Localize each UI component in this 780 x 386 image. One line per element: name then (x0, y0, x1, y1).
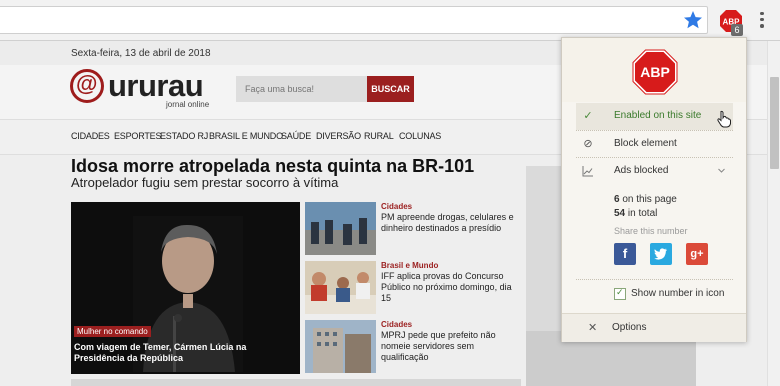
ads-blocked-label: Ads blocked (614, 165, 669, 176)
abp-logo-text: ABP (640, 64, 670, 80)
logo-wordmark: ururau (108, 68, 204, 103)
story-thumbnail-1[interactable] (305, 202, 376, 255)
abp-logo-icon: ABP (632, 49, 678, 95)
checkmark-icon: ✓ (583, 110, 593, 122)
blocked-stats: 6 on this page 54 in total (614, 193, 677, 221)
google-plus-icon: g+ (690, 248, 704, 260)
show-number-checkbox[interactable] (614, 287, 626, 300)
popup-header: ABP (562, 38, 746, 102)
nav-item-estado-rj[interactable]: ESTADO RJ (160, 131, 208, 141)
site-search-input[interactable] (236, 76, 367, 102)
page-count-label: on this page (619, 194, 677, 205)
blocked-count-badge: 6 (731, 24, 743, 36)
story-item-1[interactable]: Cidades PM apreende drogas, celulares e … (381, 202, 521, 234)
hero-caption[interactable]: Com viagem de Temer, Cármen Lúcia na Pre… (74, 342, 296, 364)
share-label: Share this number (614, 226, 688, 236)
story-thumbnail-2[interactable] (305, 261, 376, 314)
nav-item-esportes[interactable]: ESPORTES (114, 131, 161, 141)
logo-tagline: jornal online (166, 100, 210, 109)
tools-icon: ✕ (588, 322, 598, 334)
search-button[interactable]: BUSCAR (367, 76, 414, 102)
story-thumbnail-3[interactable] (305, 320, 376, 373)
hero-story[interactable]: Mulher no comando Com viagem de Temer, C… (71, 202, 300, 374)
options-label: Options (612, 322, 647, 333)
browser-menu-icon[interactable] (758, 10, 766, 30)
story-category[interactable]: Cidades (381, 320, 521, 329)
nav-item-saude[interactable]: SAÚDE (281, 131, 311, 141)
total-stat: 54 in total (614, 207, 677, 221)
story-item-2[interactable]: Brasil e Mundo IFF aplica provas do Conc… (381, 261, 521, 304)
story-category[interactable]: Cidades (381, 202, 521, 211)
twitter-share-button[interactable] (650, 243, 672, 265)
adblock-plus-popup: ABP ✓ Enabled on this site ⊘ Block eleme… (561, 37, 747, 342)
google-plus-share-button[interactable]: g+ (686, 243, 708, 265)
story-category[interactable]: Brasil e Mundo (381, 261, 521, 270)
story-title[interactable]: IFF aplica provas do Concurso Público no… (381, 271, 521, 304)
browser-toolbar: ABP 6 (0, 0, 780, 41)
site-logo[interactable]: @ ururau jornal online (70, 67, 220, 111)
facebook-icon: f (622, 246, 628, 261)
story-title[interactable]: MPRJ pede que prefeito não nomeie servid… (381, 330, 521, 363)
stats-chart-icon (582, 166, 593, 177)
nav-item-rural[interactable]: RURAL (364, 131, 394, 141)
block-element-button[interactable]: ⊘ Block element (576, 130, 733, 157)
content-divider (71, 379, 521, 386)
show-number-label: Show number in icon (631, 288, 725, 299)
nav-item-cidades[interactable]: CIDADES (71, 131, 110, 141)
enabled-label: Enabled on this site (614, 110, 702, 121)
bookmark-star-icon[interactable] (683, 10, 703, 30)
scrollbar-thumb[interactable] (770, 77, 779, 169)
nav-item-brasil-e-mundo[interactable]: BRASIL E MUNDO (209, 131, 283, 141)
show-number-in-icon-option[interactable]: Show number in icon (576, 279, 733, 310)
chevron-down-icon[interactable] (718, 167, 725, 174)
page-scrollbar[interactable] (767, 41, 780, 386)
logo-at-sign: @ (76, 71, 98, 96)
hand-cursor-icon (717, 110, 731, 128)
block-circle-icon: ⊘ (583, 138, 593, 150)
block-element-label: Block element (614, 138, 677, 149)
current-date: Sexta-feira, 13 de abril de 2018 (71, 48, 211, 59)
facebook-share-button[interactable]: f (614, 243, 636, 265)
total-count: 54 (614, 208, 626, 219)
nav-item-diversao[interactable]: DIVERSÃO (316, 131, 361, 141)
total-count-label: in total (625, 208, 658, 219)
main-headline[interactable]: Idosa morre atropelada nesta quinta na B… (71, 156, 474, 177)
address-bar[interactable] (0, 6, 708, 34)
hero-category-tag[interactable]: Mulher no comando (74, 326, 151, 337)
story-item-3[interactable]: Cidades MPRJ pede que prefeito não nomei… (381, 320, 521, 363)
options-button[interactable]: ✕ Options (562, 313, 746, 342)
ads-blocked-section[interactable]: Ads blocked (576, 157, 733, 184)
page-stat: 6 on this page (614, 193, 677, 207)
twitter-bird-icon (654, 248, 667, 260)
nav-item-colunas[interactable]: COLUNAS (399, 131, 441, 141)
main-subheadline: Atropelador fugiu sem prestar socorro à … (71, 175, 339, 190)
enabled-on-site-toggle[interactable]: ✓ Enabled on this site (576, 103, 733, 130)
story-title[interactable]: PM apreende drogas, celulares e dinheiro… (381, 212, 521, 234)
